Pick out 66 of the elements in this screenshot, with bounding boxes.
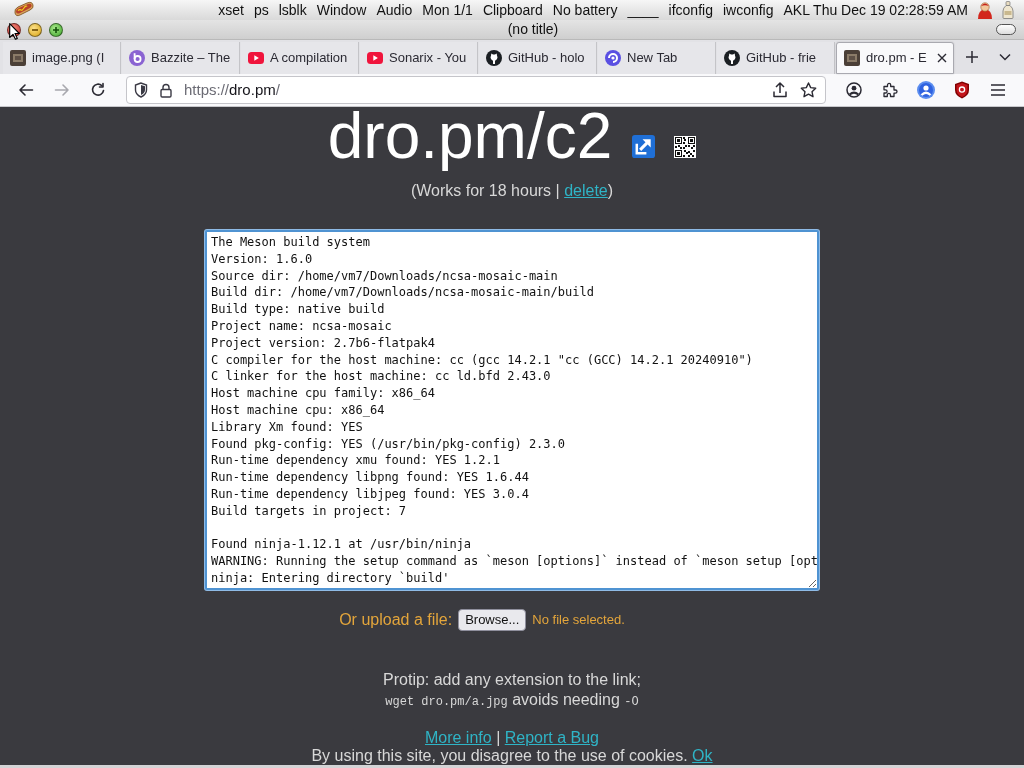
file-status: No file selected.	[532, 611, 625, 630]
panel-item[interactable]: ____	[627, 0, 659, 21]
panel-item[interactable]: No battery	[552, 0, 618, 21]
open-link-icon[interactable]	[632, 135, 656, 158]
swirl-icon	[605, 50, 621, 66]
footer-link[interactable]: More info	[424, 729, 492, 746]
profile-icon[interactable]	[917, 81, 935, 99]
panel-item[interactable]: Clipboard	[482, 0, 543, 21]
paste-text-area[interactable]: The Meson build system Version: 1.6.0 Source dir: /home/vm7/Downloads/ncsa-mosaic-main Build dir: /home/vm7/Downloads/ncsa-mosaic-main/build Build type: native build Project name: ncsa-mosaic Project version: 2.7b6-flatpak4 C compiler for the host machine: cc (gcc 14.2.1 "cc (GCC) 14.2.1 20240910") C linker for the host machine: cc ld.bfd 2.43.0 Host machine cpu family: x86_64 Host machine cpu: x86_64 Library Xm found: YES Found pkg-config: YES (/usr/bin/pkg-config) 2.3.0 Run-time dependency xmu found: YES 1.2.1 Run-time dependency libpng found: YES 1.6.44 Run-time dependency libjpeg found: YES 3.0.4 Build targets in project: 7 Found ninja-1.12.1 at /usr/bin/ninja WARNING: Running the setup command as `meson [options]` instead of `meson setup [opt ninja: Entering directory `build'	[205, 230, 819, 590]
upload-label: Or upload a file:	[339, 610, 453, 630]
panel-item[interactable]: Window	[316, 0, 367, 21]
link-separator: |	[496, 729, 501, 746]
browser-tab[interactable]: A compilation	[241, 42, 359, 74]
panel-item[interactable]: AKL Thu Dec 19 02:28:59 AM	[783, 0, 968, 21]
menu-icon[interactable]	[990, 83, 1006, 97]
chevron-down-icon[interactable]	[999, 53, 1011, 61]
ok-link[interactable]: Ok	[692, 747, 713, 764]
cookie-notice: By using this site, you disagree to the use of cookies. Ok	[311, 746, 713, 765]
monk-icon[interactable]	[976, 1, 994, 19]
panel-item[interactable]: Audio	[376, 0, 413, 21]
puzzle-icon[interactable]	[882, 82, 898, 98]
browse-button[interactable]: Browse...	[458, 609, 527, 631]
command-snippet: wget dro.pm/a.jpg	[385, 695, 508, 709]
panel-item[interactable]: ps	[253, 0, 269, 21]
play-icon	[367, 52, 383, 64]
share-icon[interactable]	[772, 82, 788, 98]
panel-item[interactable]: xset	[218, 0, 244, 21]
browser-tab[interactable]: Bazzite – The	[122, 42, 240, 74]
protip-text: Protip: add any extension to the link;	[383, 670, 641, 690]
play-icon	[248, 52, 264, 64]
footer-link[interactable]: Report a Bug	[504, 729, 599, 746]
flag-snippet: -O	[624, 695, 639, 709]
cat-icon	[724, 50, 740, 66]
hotdog-icon[interactable]	[12, 1, 34, 19]
browser-tab[interactable]: dro.pm - E	[836, 42, 954, 74]
plus-icon[interactable]	[965, 50, 979, 64]
delete-link[interactable]: delete	[564, 182, 608, 199]
panel-item[interactable]: lsblk	[278, 0, 307, 21]
lock-icon[interactable]	[160, 82, 172, 98]
browser-tab[interactable]: Sonarix - You	[360, 42, 478, 74]
browser-tab[interactable]: GitHub - holo	[479, 42, 597, 74]
browser-tab[interactable]: New Tab	[598, 42, 716, 74]
star-icon[interactable]	[800, 82, 817, 98]
account-icon[interactable]	[846, 82, 862, 98]
shield-icon[interactable]	[134, 82, 148, 98]
panel-item[interactable]: iwconfig	[722, 0, 774, 21]
browser-tab[interactable]: GitHub - frie	[717, 42, 835, 74]
qr-code-icon[interactable]	[674, 136, 697, 158]
back-arrow-icon[interactable]	[18, 82, 34, 98]
url-text: https://dro.pm/	[184, 79, 281, 100]
expiry-note: (Works for 18 hours | delete)	[410, 181, 614, 201]
protip-text: avoids needing	[512, 691, 620, 708]
cat-icon	[486, 50, 502, 66]
panel-item[interactable]: Mon 1/1	[422, 0, 473, 21]
address-field[interactable]: https://dro.pm/	[126, 76, 826, 104]
close-icon[interactable]	[937, 53, 947, 63]
panel-item[interactable]: ifconfig	[668, 0, 713, 21]
reload-icon[interactable]	[90, 82, 106, 98]
window-title: (no title)	[506, 20, 560, 39]
circle-logo-icon	[129, 50, 145, 66]
shield-icon[interactable]	[954, 81, 970, 99]
bottle-icon[interactable]	[1002, 1, 1014, 19]
thumbnail-icon	[10, 50, 26, 66]
browser-tab[interactable]: image.png (I	[3, 42, 121, 74]
window-pill-button[interactable]	[996, 24, 1016, 35]
thumbnail-icon	[844, 50, 860, 66]
